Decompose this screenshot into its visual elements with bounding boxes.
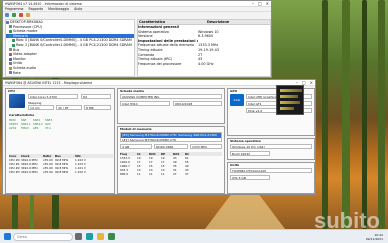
menu-programma[interactable]: Programma: [5, 7, 24, 11]
memory-section-label: Moduli di memoria: [120, 127, 152, 131]
intel-core-logo: [9, 94, 25, 108]
drive-size-field: 931.5 GB: [230, 175, 270, 180]
toolbar: [3, 12, 271, 18]
chipset-field: Intel H310: [120, 101, 170, 106]
maximize-icon[interactable]: □: [258, 1, 262, 6]
gpu-section-label: GPU: [230, 89, 238, 93]
memory-module-icon: [12, 43, 15, 47]
drive-icon: [9, 62, 12, 66]
save-icon[interactable]: [12, 13, 16, 17]
memory-icon: [9, 34, 12, 38]
gpu-core-field: Intel GT1: [246, 101, 278, 106]
bus-icon: [9, 48, 12, 52]
video-icon: [9, 52, 12, 56]
intel-graphics-logo: Intel: [230, 94, 244, 106]
window-title: HWiNFO64 v7.14-4610 - Informazioni di si…: [5, 1, 82, 6]
bios-date-field: 08/10/2018: [173, 101, 222, 106]
device-tree: DESKTOP-RRKX8A0 Processore (CPU) Scheda …: [5, 19, 135, 77]
detail-row[interactable]: Frequenza del processore 4.00 GHz: [138, 62, 270, 67]
explorer-icon[interactable]: [97, 233, 104, 240]
memory-option[interactable]: [#2] Samsung M378A1K43DB2-CTD: [121, 138, 221, 142]
memory-module-icon: [12, 39, 15, 43]
close-icon[interactable]: ×: [266, 1, 269, 6]
os-build-field: Build 19042: [230, 151, 270, 156]
close-icon[interactable]: ×: [310, 80, 313, 85]
cpu-cores-field: 4C / 8T: [56, 105, 82, 110]
watermark-text: subito: [314, 208, 380, 229]
audio-icon: [9, 66, 12, 70]
minimize-icon[interactable]: –: [252, 1, 254, 6]
os-section-label: Sistema operativo: [230, 139, 261, 143]
task-view-icon[interactable]: [75, 233, 82, 240]
sensors-icon[interactable]: [19, 13, 23, 17]
motherboard-icon: [9, 29, 12, 33]
cpu-stepping-field: D2: [81, 94, 111, 99]
cpu-process-field: 14 nm: [28, 105, 54, 110]
feature-grid: MMX SSE SSE2 SSE3 SSSE3 SSE4.1 SSE4.2 AVX AVX2…: [9, 118, 53, 130]
menu-aiuto[interactable]: Aiuto: [74, 7, 82, 11]
summary-title-bar[interactable]: HWiNFO64 @ ASUSTeK INTEL 1215 - Riepilog…: [3, 80, 315, 86]
memory-type-field: DDR4-2666: [154, 144, 188, 149]
memory-option-selected[interactable]: [#0] Samsung M378A1K43DB2-CTD: Samsung 4…: [121, 133, 221, 138]
memory-frequency-field: 1333 MHz: [190, 144, 222, 149]
operating-points-table: Core Clock Ratio Bus VID CPU #0 3492.9 MHz x35…: [9, 154, 113, 174]
about-icon[interactable]: [26, 13, 30, 17]
drives-section-label: Unità: [230, 163, 240, 167]
drive-name-field: TOSHIBA DT01ACA100: [230, 168, 312, 173]
features-label: Caratteristiche: [9, 113, 35, 117]
computer-icon: [6, 20, 9, 24]
cpu-icon: [9, 25, 12, 29]
details-pane: Caratteristica Descrizione Informazioni …: [137, 19, 271, 77]
taskbar: Cerca 10:42 09/11/2021: [0, 229, 388, 243]
memory-module-select[interactable]: [#0] Samsung M378A1K43DB2-CTD: Samsung 4…: [120, 132, 222, 142]
motherboard-section-label: Scheda madre: [120, 89, 145, 93]
edge-icon[interactable]: [86, 233, 93, 240]
memory-size-field: 4 GB: [120, 144, 152, 149]
os-name-field: Windows 10 Pro (x64): [230, 144, 312, 149]
search-box[interactable]: Cerca: [13, 232, 73, 241]
cpu-section-label: CPU: [8, 89, 15, 93]
hwinfo-icon[interactable]: [108, 233, 115, 240]
system-summary-window[interactable]: HWiNFO64 @ ASUSTeK INTEL 1215 - Riepilog…: [2, 79, 316, 195]
summary-title: HWiNFO64 @ ASUSTeK INTEL 1215 - Riepilog…: [5, 80, 93, 85]
sensor-gauges: [276, 85, 304, 115]
menu-monitoraggio[interactable]: Monitoraggio: [48, 7, 69, 11]
menu-rapporto[interactable]: Rapporto: [29, 7, 44, 11]
cpu-cache-field: 8 MB: [84, 105, 111, 110]
network-icon: [9, 71, 12, 75]
motherboard-name-field: ASUSTeK COMPUTER INC.: [120, 94, 222, 99]
summary-icon[interactable]: [5, 13, 9, 17]
start-icon[interactable]: [4, 233, 11, 240]
tree-item[interactable]: Row: 2 [BANK 0/Controller1-DIMM0] - 4 GB…: [6, 43, 134, 48]
monitor-icon: [9, 57, 12, 61]
memory-timing-table: Freq CL RCD RP RAS RC 1333.3 19 19 19 43 61 1200.0…: [120, 152, 222, 176]
clock[interactable]: 10:42 09/11/2021: [366, 233, 383, 241]
cpu-name-field: Intel Core i7-2700: [28, 94, 78, 99]
hwinfo-main-window[interactable]: HWiNFO64 v7.14-4610 - Informazioni di si…: [2, 0, 272, 78]
tree-item[interactable]: Rete: [6, 71, 134, 76]
